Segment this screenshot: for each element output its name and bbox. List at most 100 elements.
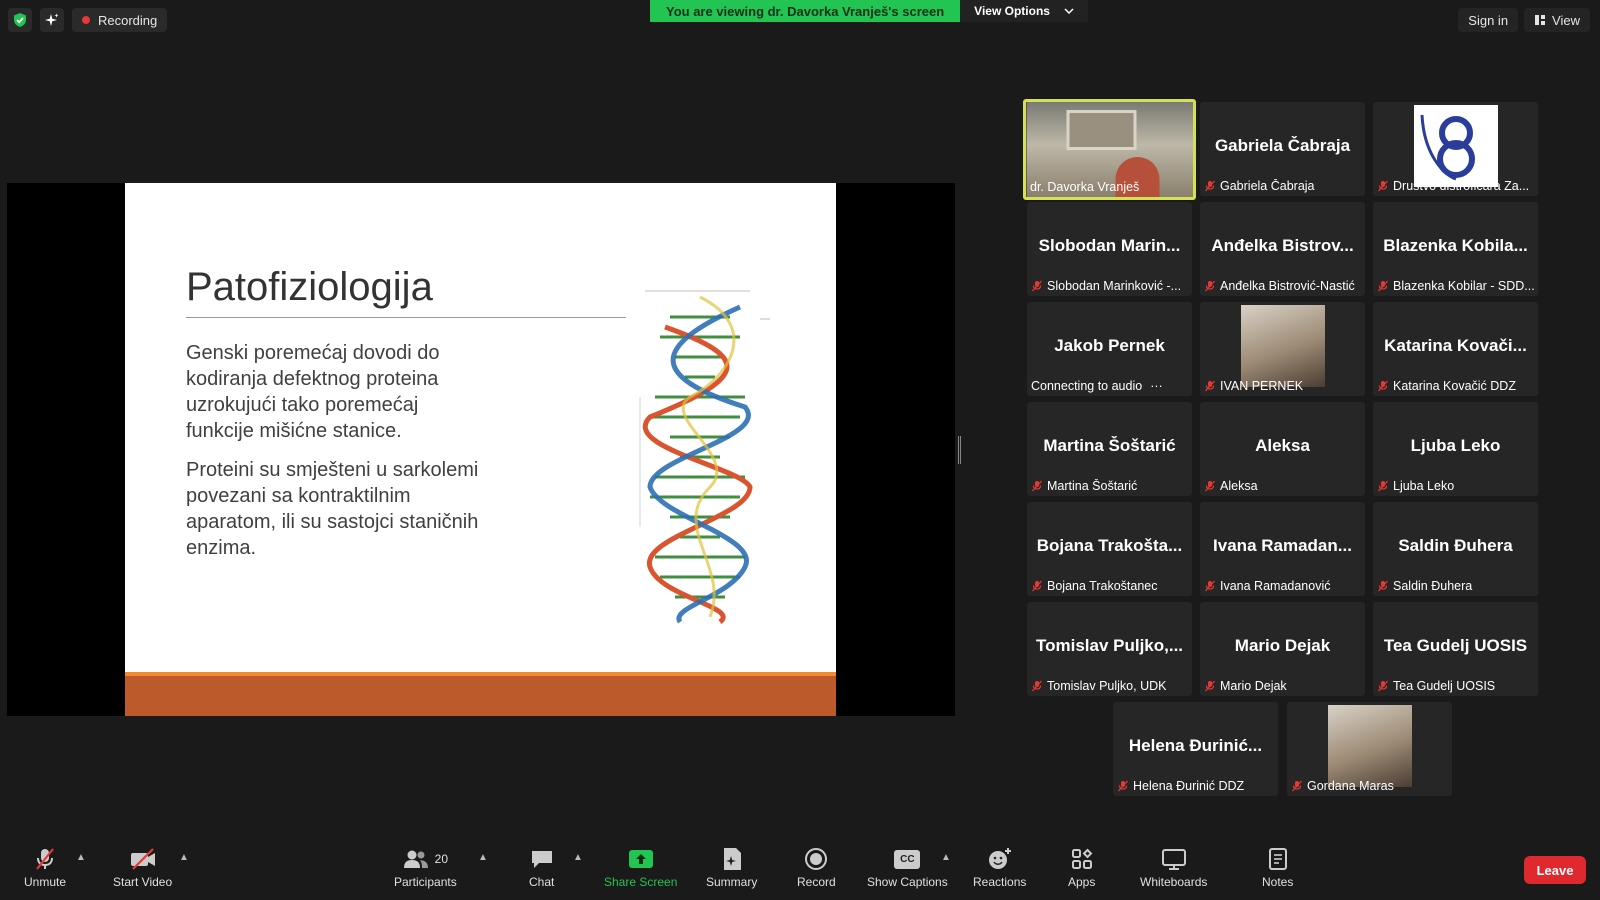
participant-display-name: Anđelka Bistrov... [1211,236,1354,255]
gallery-resize-handle[interactable] [958,436,961,464]
participant-display-name: Gabriela Čabraja [1214,136,1351,155]
participants-button[interactable]: 20 Participants [394,846,457,889]
participant-tile[interactable]: Gabriela Čabraja Gabriela Čabraja [1200,102,1365,196]
microphone-muted-icon [1205,380,1215,392]
participant-display-name: Katarina Kovači... [1384,336,1527,355]
participant-tile[interactable]: dr. Davorka Vranješ [1023,99,1196,200]
viewing-screen-text: You are viewing dr. Davorka Vranješ's sc… [650,0,961,22]
participant-tile[interactable]: IVAN PERNEK [1200,302,1365,396]
participant-name-label: Anđelka Bistrović-Nastić [1204,279,1361,293]
participant-tile[interactable]: Tomislav Puljko,... Tomislav Puljko, UDK [1027,602,1192,696]
record-icon [805,848,828,870]
participant-name-text: Bojana Trakoštanec [1047,579,1158,593]
participant-display-name: Helena Đurinić... [1128,736,1263,755]
participant-display-name: Tea Gudelj UOSIS [1383,636,1528,655]
recording-indicator[interactable]: Recording [72,8,168,32]
share-screen-label: Share Screen [604,875,678,889]
audio-options-caret[interactable]: ▲ [76,852,86,863]
chevron-down-icon [1064,8,1074,14]
participant-video-thumbnail [1327,705,1412,787]
screen-share-banner: You are viewing dr. Davorka Vranješ's sc… [650,0,1088,22]
participant-name-label: Drustvo distroficara Za... [1377,179,1534,193]
view-options-button[interactable]: View Options [960,0,1088,22]
participant-tile[interactable]: Anđelka Bistrov... Anđelka Bistrović-Nast… [1200,202,1365,296]
participant-display-name: Martina Šoštarić [1043,436,1176,455]
microphone-muted-icon [1378,580,1388,592]
captions-options-caret[interactable]: ▲ [941,852,951,863]
participant-tile[interactable]: Ljuba Leko Ljuba Leko [1373,402,1538,496]
notes-icon [1268,848,1287,870]
record-button[interactable]: Record [797,846,836,889]
shared-screen[interactable]: Patofiziologija Genski poremećaj dovodi … [7,183,955,716]
participant-tile[interactable]: Saldin Đuhera Saldin Đuhera [1373,502,1538,596]
chat-options-caret[interactable]: ▲ [573,852,583,863]
meeting-toolbar: Unmute ▲ Start Video ▲ 20 Participants ▲… [0,840,1600,900]
people-icon [403,850,428,868]
participant-name-text: Katarina Kovačić DDZ [1393,379,1516,393]
microphone-muted-icon [36,848,54,870]
start-video-button[interactable]: Start Video [113,846,172,889]
notes-label: Notes [1262,875,1294,889]
video-options-caret[interactable]: ▲ [179,852,189,863]
share-screen-icon [628,850,653,868]
shield-check-icon [14,13,26,27]
participant-tile[interactable]: Ivana Ramadan... Ivana Ramadanović [1200,502,1365,596]
ai-companion-button[interactable] [40,8,64,32]
microphone-muted-icon [1378,380,1388,392]
sign-in-button[interactable]: Sign in [1458,8,1519,32]
participant-name-text: Martina Šoštarić [1047,479,1138,493]
microphone-muted-icon [1118,780,1128,792]
reactions-button[interactable]: Reactions [973,846,1026,889]
participant-tile[interactable]: Drustvo distroficara Za... [1373,102,1538,196]
view-button[interactable]: View [1524,8,1590,32]
participants-options-caret[interactable]: ▲ [478,852,488,863]
show-captions-label: Show Captions [867,875,948,889]
participant-tile[interactable]: Aleksa Aleksa [1200,402,1365,496]
participant-tile[interactable]: Martina Šoštarić Martina Šoštarić [1027,402,1192,496]
participant-tile[interactable]: Mario Dejak Mario Dejak [1200,602,1365,696]
participant-name-label: Ivana Ramadanović [1204,579,1361,593]
participant-name-text: Gabriela Čabraja [1220,179,1315,193]
wall-picture [1066,110,1136,150]
microphone-muted-icon [1378,480,1388,492]
participant-tile[interactable]: Gordana Maras [1287,702,1452,796]
participant-display-name: Tomislav Puljko,... [1035,636,1184,655]
chat-button[interactable]: Chat [529,846,554,889]
notes-button[interactable]: Notes [1262,846,1293,889]
sparkle-icon [45,13,59,26]
participant-display-name: Saldin Đuhera [1398,536,1513,555]
unmute-button[interactable]: Unmute [24,846,66,889]
participant-tile[interactable]: Jakob Pernek Connecting to audio ··· [1027,302,1192,396]
participant-name-text: Tomislav Puljko, UDK [1047,679,1167,693]
participant-tile[interactable]: Tea Gudelj UOSIS Tea Gudelj UOSIS [1373,602,1538,696]
participant-name-label: Saldin Đuhera [1377,579,1534,593]
participant-tile[interactable]: Blazenka Kobila... Blazenka Kobilar - SDD… [1373,202,1538,296]
apps-button[interactable]: Apps [1068,846,1095,889]
participant-name-label: Tomislav Puljko, UDK [1031,679,1188,693]
whiteboards-button[interactable]: Whiteboards [1140,846,1207,889]
participant-display-name: Ljuba Leko [1410,436,1501,455]
slide-title-divider [186,317,626,318]
participant-tile[interactable]: Helena Đurinić... Helena Đurinić DDZ [1113,702,1278,796]
participant-name-label: dr. Davorka Vranješ [1030,180,1189,194]
microphone-muted-icon [1378,180,1388,192]
microphone-muted-icon [1032,480,1042,492]
closed-captions-icon: CC [894,849,921,869]
show-captions-button[interactable]: CC Show Captions [867,846,948,889]
participant-name-text: Ivana Ramadanović [1220,579,1331,593]
participant-tile[interactable]: Bojana Trakošta... Bojana Trakoštanec [1027,502,1192,596]
leave-button[interactable]: Leave [1524,856,1586,884]
top-left-controls: Recording [8,8,168,32]
share-screen-button[interactable]: Share Screen [604,846,677,889]
participant-tile[interactable]: Slobodan Marin... Slobodan Marinković -..… [1027,202,1192,296]
microphone-muted-icon [1205,280,1215,292]
microphone-muted-icon [1032,680,1042,692]
summary-button[interactable]: Summary [706,846,757,889]
participant-name-text: Mario Dejak [1220,679,1287,693]
organization-logo [1413,105,1498,187]
microphone-muted-icon [1378,280,1388,292]
participant-name-label: Slobodan Marinković -... [1031,279,1188,293]
security-shield-button[interactable] [8,8,32,32]
participant-tile[interactable]: Katarina Kovači... Katarina Kovačić DDZ [1373,302,1538,396]
participant-name-label: Aleksa [1204,479,1361,493]
